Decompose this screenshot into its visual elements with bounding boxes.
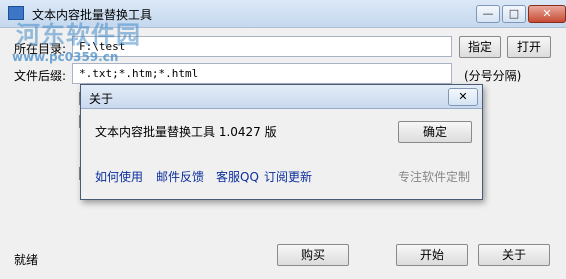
suffix-label: 文件后缀: xyxy=(14,69,67,83)
link-email-feedback[interactable]: 邮件反馈 xyxy=(156,168,204,185)
custom-software-text: 专注软件定制 xyxy=(398,170,471,184)
suffix-field[interactable]: *.txt;*.htm;*.html xyxy=(72,63,452,84)
link-support-qq[interactable]: 客服QQ xyxy=(216,168,259,185)
about-button[interactable]: 关于 xyxy=(478,244,550,266)
specify-button[interactable]: 指定 xyxy=(459,36,501,58)
ok-button[interactable]: 确定 xyxy=(398,121,472,143)
status-text: 就绪 xyxy=(14,253,39,267)
watermark-logo: 河东软件园 xyxy=(16,20,141,49)
open-button[interactable]: 打开 xyxy=(507,36,551,58)
minimize-button[interactable]: — xyxy=(476,5,500,23)
suffix-hint: (分号分隔) xyxy=(464,69,522,83)
about-title: 关于 xyxy=(89,92,114,106)
about-dialog: 关于 ✕ 文本内容批量替换工具 1.0427 版 确定 如何使用 邮件反馈 客服… xyxy=(80,84,483,200)
watermark-url: www.pc0359.cn xyxy=(12,50,119,64)
about-close-button[interactable]: ✕ xyxy=(448,88,478,106)
maximize-button[interactable]: □ xyxy=(502,5,526,23)
start-button[interactable]: 开始 xyxy=(396,244,468,266)
buy-button[interactable]: 购买 xyxy=(277,244,349,266)
close-button[interactable]: ✕ xyxy=(528,5,566,23)
link-subscribe-updates[interactable]: 订阅更新 xyxy=(264,168,312,185)
about-title-bar xyxy=(81,85,482,109)
link-how-to-use[interactable]: 如何使用 xyxy=(95,168,143,185)
about-info: 文本内容批量替换工具 1.0427 版 xyxy=(95,125,277,139)
